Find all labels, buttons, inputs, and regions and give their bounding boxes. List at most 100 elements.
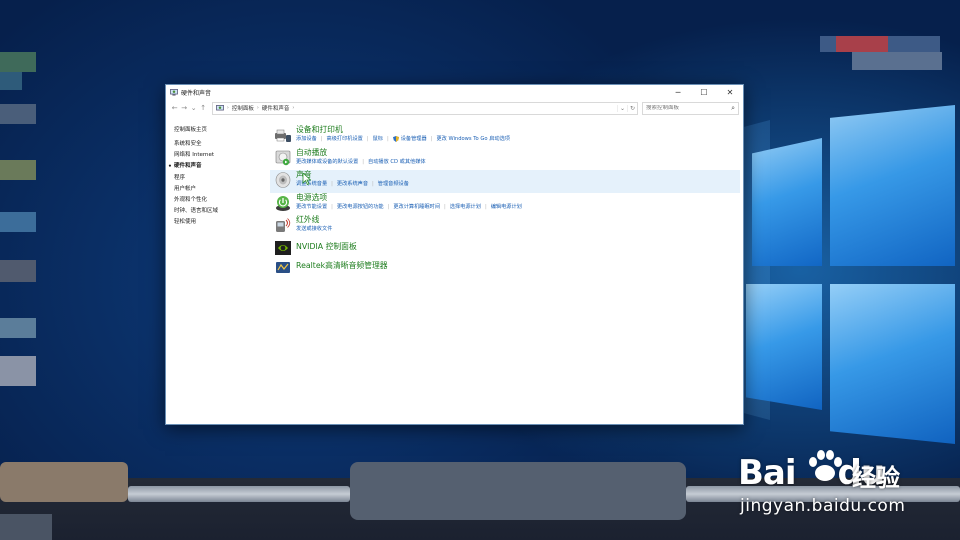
link-power-button[interactable]: 更改电源按钮的功能	[337, 203, 384, 211]
baidu-url: jingyan.baidu.com	[740, 496, 906, 516]
sidebar-item-network[interactable]: 网络和 Internet	[174, 150, 264, 161]
recent-locations-icon[interactable]: ⌄	[189, 104, 198, 112]
category-infrared: 红外线 发送或接收文件	[274, 215, 742, 238]
category-power-options: 电源选项 更改节能设置 | 更改电源按钮的功能 | 更改计算机睡眠时间 | 选择电源计…	[274, 193, 742, 216]
mouse-cursor-icon	[302, 173, 311, 186]
devices-printers-icon	[275, 129, 291, 142]
category-title[interactable]: 红外线	[296, 215, 742, 225]
sidebar-item-ease-of-access[interactable]: 轻松使用	[174, 217, 264, 228]
category-links: 添加设备 | 高级打印机设置 | 鼠标 | 设备管理器 | 更改 Windows To …	[296, 135, 510, 143]
control-panel-icon	[170, 89, 178, 96]
breadcrumb-separator: ›	[292, 105, 295, 111]
link-autoplay-cd[interactable]: 自动播放 CD 或其他媒体	[368, 158, 426, 166]
sidebar-item-user-accounts[interactable]: 用户帐户	[174, 184, 264, 195]
uac-shield-icon	[392, 136, 399, 142]
window-title: 硬件和声音	[181, 90, 212, 97]
nvidia-icon	[275, 240, 291, 255]
blurred-desktop-icon	[0, 104, 36, 124]
category-autoplay: 自动播放 更改媒体或设备的默认设置 | 自动播放 CD 或其他媒体	[274, 148, 742, 171]
maximize-button[interactable]: ☐	[691, 85, 717, 100]
link-add-device[interactable]: 添加设备	[296, 135, 317, 143]
category-title[interactable]: 自动播放	[296, 148, 742, 158]
blurred-desktop-icon	[0, 52, 36, 72]
sidebar-home-link[interactable]: 控制面板主页	[174, 125, 264, 133]
navigation-bar: ← → ⌄ ↑ › 控制面板 › 硬件和声音 › ⌄ ↻ ⌕	[166, 100, 743, 116]
link-sleep-time[interactable]: 更改计算机睡眠时间	[393, 203, 440, 211]
link-power-saving[interactable]: 更改节能设置	[296, 203, 327, 211]
link-advanced-printer-setup[interactable]: 高级打印机设置	[327, 135, 363, 143]
category-title[interactable]: 电源选项	[296, 193, 742, 203]
blurred-desktop-icon	[0, 356, 36, 386]
category-title[interactable]: Realtek高清晰音频管理器	[296, 257, 742, 271]
taskbar-bar	[128, 486, 350, 502]
link-change-sounds[interactable]: 更改系统声音	[337, 180, 368, 188]
address-dropdown-icon[interactable]: ⌄	[617, 104, 627, 112]
category-links: 调整系统音量 | 更改系统声音 | 管理音频设备	[296, 180, 409, 188]
blurred-taskbar-icon	[0, 462, 128, 502]
category-title[interactable]: NVIDIA 控制面板	[296, 238, 742, 252]
link-manage-audio-devices[interactable]: 管理音频设备	[378, 180, 409, 188]
blurred-desktop-icon	[0, 318, 36, 338]
current-bullet-icon: •	[168, 163, 172, 171]
link-choose-power-plan[interactable]: 选择电源计划	[450, 203, 481, 211]
sidebar-item-system-security[interactable]: 系统和安全	[174, 139, 264, 150]
breadcrumb-separator: ›	[256, 105, 259, 111]
minimize-button[interactable]: ─	[665, 85, 691, 100]
refresh-icon[interactable]: ↻	[627, 104, 637, 112]
sidebar: 控制面板主页 系统和安全 网络和 Internet • 硬件和声音 程序 用户帐户…	[168, 125, 264, 229]
control-panel-icon	[215, 104, 224, 110]
category-links: 更改媒体或设备的默认设置 | 自动播放 CD 或其他媒体	[296, 158, 426, 166]
baidu-jingyan-label: 经验	[852, 464, 900, 492]
blurred-desktop-icon	[0, 212, 36, 232]
link-mouse[interactable]: 鼠标	[373, 135, 383, 143]
breadcrumb-separator: ›	[226, 105, 229, 111]
category-devices-printers: 设备和打印机 添加设备 | 高级打印机设置 | 鼠标 | 设备管理器 | 更改 Wind…	[274, 125, 742, 148]
control-panel-window: 硬件和声音 ─ ☐ ✕ ← → ⌄ ↑ › 控制面板 › 硬件和声音 › ⌄ ↻…	[165, 84, 744, 425]
breadcrumb-control-panel[interactable]: 控制面板	[232, 104, 254, 112]
link-edit-power-plan[interactable]: 编辑电源计划	[491, 203, 522, 211]
blurred-desktop-icon	[0, 260, 36, 282]
windows-logo-pane	[746, 284, 822, 410]
category-realtek: Realtek高清晰音频管理器	[274, 257, 742, 276]
category-links: 发送或接收文件	[296, 225, 742, 233]
search-input[interactable]	[646, 105, 732, 111]
link-windows-to-go[interactable]: 更改 Windows To Go 启动选项	[436, 135, 510, 143]
back-arrow-icon[interactable]: ←	[170, 104, 179, 112]
speaker-icon	[275, 172, 291, 188]
link-device-manager[interactable]: 设备管理器	[401, 135, 427, 143]
blurred-desktop-icon	[836, 36, 888, 52]
infrared-icon	[276, 218, 291, 233]
link-adjust-volume[interactable]: 调整系统音量	[296, 180, 327, 188]
search-icon[interactable]: ⌕	[731, 104, 735, 113]
close-button[interactable]: ✕	[717, 85, 743, 100]
title-bar: 硬件和声音 ─ ☐ ✕	[166, 85, 743, 100]
up-arrow-icon[interactable]: ↑	[198, 104, 207, 112]
windows-logo-pane	[830, 284, 955, 444]
category-title[interactable]: 声音	[296, 170, 740, 180]
blurred-desktop-icon	[852, 52, 942, 70]
category-sound[interactable]: 声音 调整系统音量| 更改系统声音| 管理音频设备	[270, 170, 740, 193]
windows-logo-pane	[830, 105, 955, 266]
link-change-default-media[interactable]: 更改媒体或设备的默认设置	[296, 158, 358, 166]
sidebar-item-programs[interactable]: 程序	[174, 173, 264, 184]
sidebar-item-hardware-sound[interactable]: • 硬件和声音	[168, 161, 264, 172]
category-nvidia: NVIDIA 控制面板	[274, 238, 742, 257]
realtek-audio-icon	[276, 261, 290, 273]
windows-logo-pane	[752, 138, 822, 266]
address-bar[interactable]: › 控制面板 › 硬件和声音 › ⌄ ↻	[211, 101, 639, 115]
forward-arrow-icon[interactable]: →	[179, 104, 188, 112]
search-box[interactable]: ⌕	[642, 101, 740, 115]
blurred-desktop-icon	[0, 160, 36, 180]
sidebar-item-clock-region[interactable]: 时钟、语言和区域	[174, 206, 264, 217]
power-options-icon	[276, 195, 290, 211]
blurred-taskbar-icon	[0, 514, 52, 540]
link-send-receive-files[interactable]: 发送或接收文件	[296, 225, 332, 233]
breadcrumb-hardware-sound[interactable]: 硬件和声音	[262, 104, 290, 112]
sidebar-item-appearance[interactable]: 外观和个性化	[174, 195, 264, 206]
autoplay-icon	[275, 150, 291, 165]
baidu-paw-icon	[809, 450, 842, 481]
category-title[interactable]: 设备和打印机	[296, 125, 742, 135]
category-links: 更改节能设置 | 更改电源按钮的功能 | 更改计算机睡眠时间 | 选择电源计划 | 编辑…	[296, 203, 522, 211]
category-list: 设备和打印机 添加设备 | 高级打印机设置 | 鼠标 | 设备管理器 | 更改 Wind…	[270, 125, 742, 276]
blurred-desktop-icon	[0, 72, 22, 90]
